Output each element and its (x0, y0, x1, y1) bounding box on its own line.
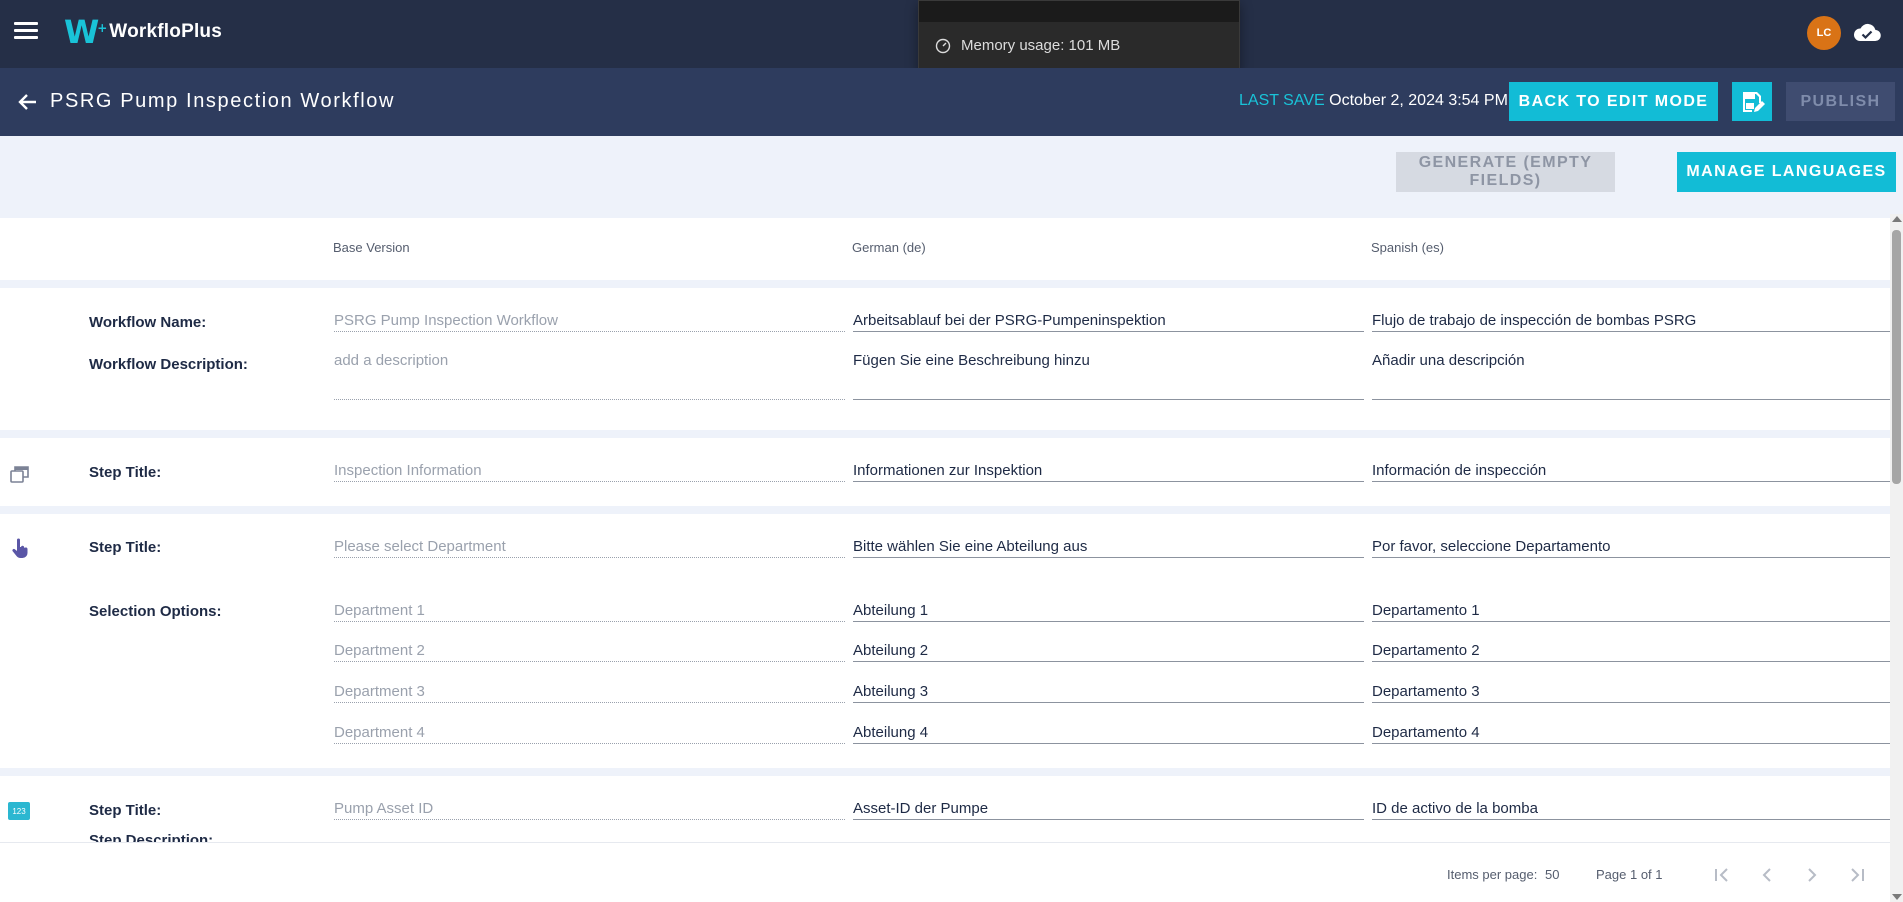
de-option-input[interactable]: Abteilung 3 (853, 683, 1364, 703)
publish-button[interactable]: PUBLISH (1786, 82, 1895, 121)
scroll-down-icon[interactable] (1892, 894, 1902, 900)
es-workflow-description-input[interactable]: Añadir una descripción (1372, 352, 1890, 400)
save-button[interactable] (1732, 82, 1772, 121)
vertical-scrollbar[interactable] (1890, 214, 1903, 902)
items-per-page-select[interactable]: 50 (1545, 867, 1559, 882)
translation-table: Base Version German (de) Spanish (es) Wo… (0, 218, 1890, 842)
next-page-icon[interactable] (1798, 861, 1826, 889)
base-option: Department 2 (334, 642, 845, 662)
es-step-title-input[interactable]: Información de inspección (1372, 462, 1890, 482)
last-save-info: LAST SAVE October 2, 2024 3:54 PM (1239, 92, 1508, 110)
language-toolbar: GENERATE (EMPTY FIELDS) MANAGE LANGUAGES (0, 136, 1903, 218)
user-avatar[interactable]: LC (1807, 16, 1841, 50)
section-divider (0, 506, 1890, 514)
page-title: PSRG Pump Inspection Workflow (50, 90, 396, 112)
section-divider (0, 768, 1890, 776)
de-step-title-input[interactable]: Asset-ID der Pumpe (853, 800, 1364, 820)
base-option: Department 4 (334, 724, 845, 744)
last-save-label: LAST SAVE (1239, 92, 1325, 109)
base-option: Department 3 (334, 683, 845, 703)
section-divider (0, 430, 1890, 438)
page-range-text: Page 1 of 1 (1596, 867, 1663, 882)
es-option-input[interactable]: Departamento 2 (1372, 642, 1890, 662)
multi-window-icon (10, 466, 29, 483)
workflow-header: PSRG Pump Inspection Workflow LAST SAVE … (0, 68, 1903, 136)
step-title-label: Step Title: (89, 464, 162, 481)
de-step-title-input[interactable]: Informationen zur Inspektion (853, 462, 1364, 482)
section-divider (0, 280, 1890, 288)
column-header-german: German (de) (852, 240, 926, 255)
memory-usage-popover: Memory usage: 101 MB (918, 0, 1240, 74)
selection-options-label: Selection Options: (89, 603, 222, 620)
de-option-input[interactable]: Abteilung 2 (853, 642, 1364, 662)
first-page-icon[interactable] (1708, 861, 1736, 889)
manage-languages-button[interactable]: MANAGE LANGUAGES (1677, 152, 1896, 192)
gauge-icon (935, 38, 951, 53)
de-step-title-input[interactable]: Bitte wählen Sie eine Abteilung aus (853, 538, 1364, 558)
items-per-page-label: Items per page: (1447, 867, 1538, 882)
de-workflow-name-input[interactable]: Arbeitsablauf bei der PSRG-Pumpeninspekt… (853, 312, 1364, 332)
es-option-input[interactable]: Departamento 4 (1372, 724, 1890, 744)
arrow-left-icon[interactable] (16, 90, 40, 114)
de-option-input[interactable]: Abteilung 1 (853, 602, 1364, 622)
last-page-icon[interactable] (1843, 861, 1871, 889)
es-option-input[interactable]: Departamento 1 (1372, 602, 1890, 622)
touch-hand-icon (12, 538, 28, 558)
step-title-label: Step Title: (89, 539, 162, 556)
step-title-label: Step Title: (89, 802, 162, 819)
base-step-title: Pump Asset ID (334, 800, 845, 820)
previous-page-icon[interactable] (1753, 861, 1781, 889)
workflow-description-label: Workflow Description: (89, 356, 248, 373)
base-step-title: Inspection Information (334, 462, 845, 482)
hamburger-icon[interactable] (14, 22, 38, 42)
app-logo[interactable]: W + WorkfloPlus (64, 14, 222, 50)
cloud-check-icon[interactable] (1852, 18, 1882, 48)
step-description-label: Step Description: (89, 832, 214, 842)
pagination-bar: Items per page: 50 Page 1 of 1 (0, 842, 1890, 902)
base-workflow-name: PSRG Pump Inspection Workflow (334, 312, 845, 332)
number-field-icon: 123 (8, 802, 30, 820)
workflow-name-label: Workflow Name: (89, 314, 207, 331)
logo-mark: W + (64, 13, 108, 51)
base-option: Department 1 (334, 602, 845, 622)
de-option-input[interactable]: Abteilung 4 (853, 724, 1364, 744)
scroll-thumb[interactable] (1892, 230, 1901, 484)
es-step-title-input[interactable]: Por favor, seleccione Departamento (1372, 538, 1890, 558)
es-step-title-input[interactable]: ID de activo de la bomba (1372, 800, 1890, 820)
app-name: WorkfloPlus (109, 21, 222, 42)
scroll-up-icon[interactable] (1892, 216, 1902, 222)
column-header-base: Base Version (333, 240, 410, 255)
generate-empty-fields-button[interactable]: GENERATE (EMPTY FIELDS) (1396, 152, 1615, 192)
es-option-input[interactable]: Departamento 3 (1372, 683, 1890, 703)
base-step-title: Please select Department (334, 538, 845, 558)
de-workflow-description-input[interactable]: Fügen Sie eine Beschreibung hinzu (853, 352, 1364, 400)
last-save-value: October 2, 2024 3:54 PM (1329, 92, 1508, 109)
column-header-spanish: Spanish (es) (1371, 240, 1444, 255)
save-edit-icon (1743, 91, 1765, 112)
base-workflow-description: add a description (334, 352, 845, 400)
memory-usage-text: Memory usage: 101 MB (961, 37, 1121, 54)
back-to-edit-mode-button[interactable]: BACK TO EDIT MODE (1509, 82, 1718, 121)
es-workflow-name-input[interactable]: Flujo de trabajo de inspección de bombas… (1372, 312, 1890, 332)
